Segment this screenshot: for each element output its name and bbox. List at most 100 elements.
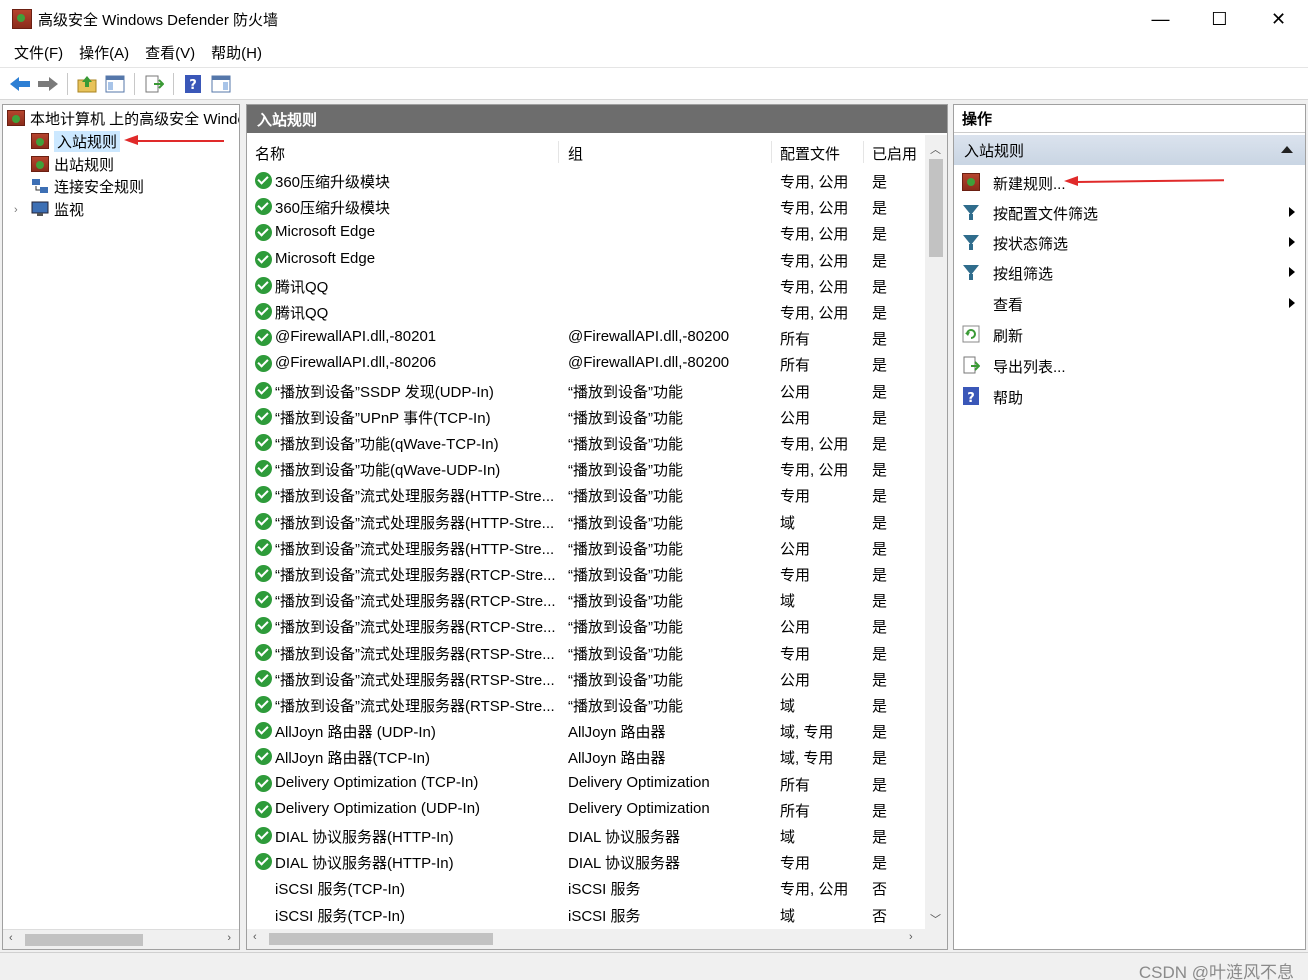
export-button[interactable] [142,72,166,96]
rule-enabled: 是 [872,567,888,584]
rule-row[interactable]: AllJoyn 路由器(TCP-In) AllJoyn 路由器 域, 专用 是 [247,743,923,769]
rule-row[interactable]: iSCSI 服务(TCP-In) iSCSI 服务 专用, 公用 否 [247,874,923,900]
action-refresh[interactable]: 刷新 [954,319,1305,349]
enabled-check-icon [255,774,272,792]
rule-row[interactable]: DIAL 协议服务器(HTTP-In) DIAL 协议服务器 专用 是 [247,848,923,874]
scroll-right-icon[interactable]: › [227,932,231,944]
tree-horizontal-scrollbar[interactable]: ‹ › [3,929,239,949]
tree-item-inbound-rules[interactable]: 入站规则 [31,130,121,152]
enabled-check-icon [255,303,272,320]
rule-row[interactable]: @FirewallAPI.dll,-80206 @FirewallAPI.dll,… [247,350,923,376]
section-title: 入站规则 [964,142,1025,160]
action-help[interactable]: ? 帮助 [954,381,1305,411]
annotation-arrow [136,140,224,142]
enabled-check-icon [255,355,272,373]
action-filter-by-profile[interactable]: 按配置文件筛选 [954,197,1305,227]
scrollbar-thumb[interactable] [269,933,493,945]
rule-row[interactable]: “播放到设备”流式处理服务器(HTTP-Stre... “播放到设备”功能 域 是 [247,508,923,534]
action-filter-by-state[interactable]: 按状态筛选 [954,227,1305,257]
column-divider[interactable] [771,141,772,163]
rule-name: “播放到设备”流式处理服务器(HTTP-Stre... [275,540,555,558]
rule-enabled: 是 [872,252,888,270]
rule-row[interactable]: AllJoyn 路由器 (UDP-In) AllJoyn 路由器 域, 专用 是 [247,717,923,743]
new-rule-icon [962,173,980,191]
rule-name: “播放到设备”流式处理服务器(RTSP-Stre... [275,645,555,663]
tree-item-connection-security-rules[interactable]: 连接安全规则 [31,175,144,197]
expand-chevron-icon[interactable]: › [14,204,18,216]
menu-action[interactable]: 操作(A) [71,42,137,63]
maximize-button[interactable]: ☐ [1190,0,1249,38]
column-divider[interactable] [558,141,559,163]
action-view[interactable]: 查看 [954,288,1305,318]
action-export-list[interactable]: 导出列表... [954,350,1305,380]
rule-row[interactable]: “播放到设备”流式处理服务器(HTTP-Stre... “播放到设备”功能 公用 是 [247,534,923,560]
forward-button[interactable] [36,72,60,96]
rule-row[interactable]: “播放到设备”流式处理服务器(RTSP-Stre... “播放到设备”功能 域 是 [247,691,923,717]
enabled-check-icon [255,172,272,189]
rule-row[interactable]: Microsoft Edge 专用, 公用 是 [247,219,923,245]
tree-item-label: 入站规则 [54,130,121,152]
column-header-profile[interactable]: 配置文件 [780,143,840,164]
rules-horizontal-scrollbar[interactable]: ‹ › [247,929,947,949]
enabled-check-icon [255,486,272,504]
rule-row[interactable]: Microsoft Edge 专用, 公用 是 [247,246,923,272]
show-hide-tree-button[interactable] [103,72,127,96]
rule-row[interactable]: @FirewallAPI.dll,-80201 @FirewallAPI.dll,… [247,324,923,350]
console-tree-pane: 本地计算机 上的高级安全 Windows Defender 防火墙 入站规则 出… [2,104,240,950]
rule-enabled: 是 [872,829,888,846]
help-button[interactable]: ? [181,72,205,96]
rule-row[interactable]: “播放到设备”功能(qWave-UDP-In) “播放到设备”功能 专用, 公用 是 [247,455,923,481]
tree-item-outbound-rules[interactable]: 出站规则 [31,153,114,175]
rule-row[interactable]: “播放到设备”流式处理服务器(RTSP-Stre... “播放到设备”功能 公用 是 [247,665,923,691]
scroll-up-icon[interactable]: ︿ [930,141,941,157]
rule-row[interactable]: 360压缩升级模块 专用, 公用 是 [247,167,923,193]
action-label: 按组筛选 [993,266,1054,283]
folder-up-icon [77,75,97,92]
column-header-group[interactable]: 组 [568,143,583,164]
tree-root[interactable]: 本地计算机 上的高级安全 Windows Defender 防火墙 [7,107,239,129]
close-button[interactable]: ✕ [1249,0,1308,38]
menu-help[interactable]: 帮助(H) [203,42,270,63]
rule-row[interactable]: “播放到设备”功能(qWave-TCP-In) “播放到设备”功能 专用, 公用 是 [247,429,923,455]
up-folder-button[interactable] [75,72,99,96]
rule-row[interactable]: “播放到设备”SSDP 发现(UDP-In) “播放到设备”功能 公用 是 [247,377,923,403]
rule-group: AllJoyn 路由器 [568,724,666,742]
rule-row[interactable]: Delivery Optimization (TCP-In) Delivery O… [247,770,923,796]
collapse-caret-icon[interactable] [1281,146,1293,153]
show-hide-action-pane-button[interactable] [209,72,233,96]
minimize-button[interactable]: — [1131,0,1190,38]
scroll-left-icon[interactable]: ‹ [9,932,13,944]
rule-row[interactable]: 腾讯QQ 专用, 公用 是 [247,272,923,298]
scrollbar-thumb[interactable] [929,159,943,257]
rule-row[interactable]: iSCSI 服务(TCP-In) iSCSI 服务 域 否 [247,901,923,927]
tree-item-monitoring[interactable]: 监视 [31,198,84,220]
rule-row[interactable]: 360压缩升级模块 专用, 公用 是 [247,193,923,219]
rule-name: “播放到设备”流式处理服务器(HTTP-Stre... [275,514,555,532]
scroll-down-icon[interactable]: ﹀ [930,911,941,927]
enabled-check-icon [255,434,272,451]
svg-text:?: ? [967,391,975,405]
rule-row[interactable]: “播放到设备”流式处理服务器(RTCP-Stre... “播放到设备”功能 域 是 [247,586,923,612]
rule-row[interactable]: “播放到设备”流式处理服务器(RTSP-Stre... “播放到设备”功能 专用 是 [247,639,923,665]
scroll-left-icon[interactable]: ‹ [253,931,257,943]
action-filter-by-group[interactable]: 按组筛选 [954,257,1305,287]
rule-row[interactable]: 腾讯QQ 专用, 公用 是 [247,298,923,324]
back-button[interactable] [8,72,32,96]
scroll-right-icon[interactable]: › [909,931,913,943]
rules-vertical-scrollbar[interactable]: ︿ ﹀ [925,135,947,931]
menu-view[interactable]: 查看(V) [137,42,203,63]
rule-row[interactable]: “播放到设备”UPnP 事件(TCP-In) “播放到设备”功能 公用 是 [247,403,923,429]
column-divider[interactable] [863,141,864,163]
rule-row[interactable]: “播放到设备”流式处理服务器(HTTP-Stre... “播放到设备”功能 专用 是 [247,481,923,507]
actions-section-inbound-rules[interactable]: 入站规则 [954,135,1305,165]
submenu-arrow-icon [1289,267,1295,277]
rule-name: AllJoyn 路由器(TCP-In) [275,750,431,768]
rule-row[interactable]: Delivery Optimization (UDP-In) Delivery O… [247,796,923,822]
rule-row[interactable]: “播放到设备”流式处理服务器(RTCP-Stre... “播放到设备”功能 公用 是 [247,612,923,638]
scrollbar-thumb[interactable] [25,934,143,946]
menu-file[interactable]: 文件(F) [6,42,71,63]
column-header-enabled[interactable]: 已启用 [872,143,917,164]
column-header-name[interactable]: 名称 [255,143,285,164]
rule-row[interactable]: DIAL 协议服务器(HTTP-In) DIAL 协议服务器 域 是 [247,822,923,848]
rule-row[interactable]: “播放到设备”流式处理服务器(RTCP-Stre... “播放到设备”功能 专用 是 [247,560,923,586]
